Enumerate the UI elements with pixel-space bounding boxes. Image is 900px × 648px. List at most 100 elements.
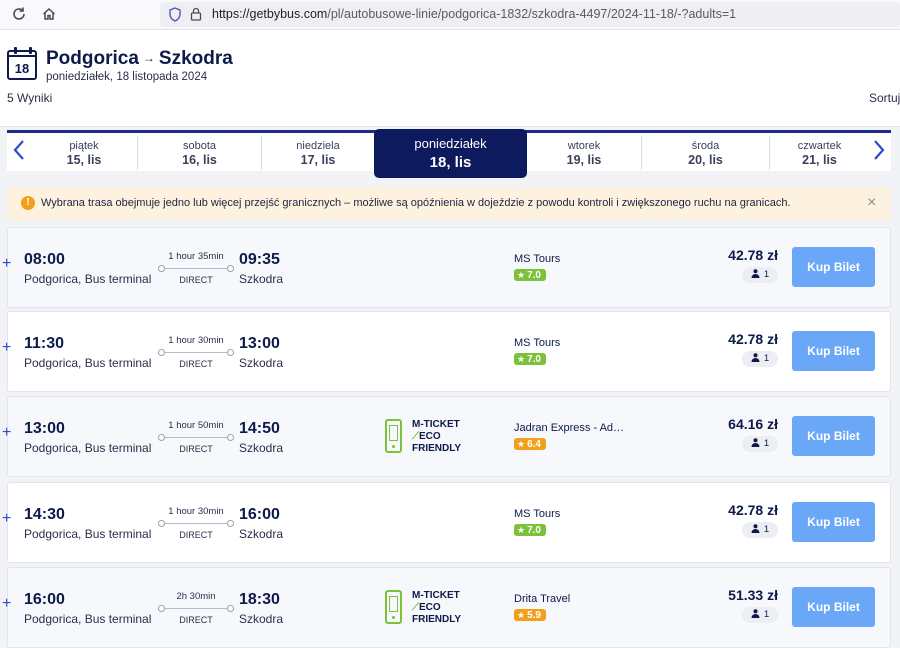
- ticket-price: 51.33 zł: [728, 587, 778, 603]
- arrival-time: 18:30: [239, 591, 280, 608]
- rating-badge: ★ 7.0: [514, 524, 546, 536]
- eco-label-row: ⟋ECO: [412, 602, 441, 613]
- date-tab[interactable]: sobota 16, lis: [137, 136, 261, 170]
- url-path: /pl/autobusowe-linie/podgorica-1832/szko…: [327, 7, 737, 21]
- passenger-number: 1: [763, 353, 770, 364]
- friendly-label: FRIENDLY: [412, 614, 462, 625]
- date-tab[interactable]: niedziela 17, lis: [261, 136, 374, 170]
- warning-text: Wybrana trasa obejmuje jedno lub więcej …: [41, 197, 791, 209]
- home-icon[interactable]: [40, 6, 58, 24]
- date-tab-date: 15, lis: [66, 153, 102, 167]
- expand-trip-button[interactable]: +: [2, 511, 11, 527]
- expand-trip-button[interactable]: +: [2, 340, 11, 356]
- rating-badge: ★ 5.9: [514, 609, 546, 621]
- prev-date-button[interactable]: [9, 139, 29, 169]
- star-icon: ★: [517, 354, 526, 364]
- eco-label: ECO: [419, 431, 441, 442]
- mobile-ticket-icon: [385, 590, 402, 624]
- expand-trip-button[interactable]: +: [2, 425, 11, 441]
- date-tab-day: wtorek: [567, 140, 601, 152]
- passenger-number: 1: [763, 269, 770, 280]
- departure-station: Podgorica, Bus terminal: [24, 612, 152, 626]
- direct-label: DIRECT: [179, 444, 213, 454]
- operator-name[interactable]: MS Tours: [514, 337, 560, 349]
- operator-name[interactable]: Drita Travel: [514, 593, 570, 605]
- ticket-price: 64.16 zł: [728, 416, 778, 432]
- date-tab-day: niedziela: [296, 140, 340, 152]
- date-tab[interactable]: środa 20, lis: [641, 136, 769, 170]
- operator-name[interactable]: MS Tours: [514, 508, 560, 520]
- arrival-station: Szkodra: [239, 527, 284, 541]
- buy-ticket-button[interactable]: Kup Bilet: [792, 247, 875, 287]
- lock-icon[interactable]: [190, 7, 202, 26]
- trip-card: +08:00 Podgorica, Bus terminal 1 hour 35mi…: [2, 227, 891, 308]
- date-tab[interactable]: wtorek 19, lis: [527, 136, 641, 170]
- person-icon: [751, 353, 764, 364]
- arrival-time: 14:50: [239, 420, 280, 437]
- person-icon: [751, 438, 764, 449]
- operator-name[interactable]: MS Tours: [514, 253, 560, 265]
- date-tab-date: 21, lis: [802, 153, 837, 167]
- eco-label-row: ⟋ECO: [412, 431, 441, 442]
- date-tab[interactable]: czwartek 21, lis: [769, 136, 869, 170]
- date-tab[interactable]: poniedziałek 18, lis: [374, 129, 527, 178]
- direct-label: DIRECT: [179, 359, 213, 369]
- person-icon: [751, 524, 764, 535]
- arrival-station: Szkodra: [239, 356, 284, 370]
- arrival-time: 16:00: [239, 506, 280, 523]
- url-host: https://getbybus.com: [212, 7, 328, 21]
- star-icon: ★: [517, 525, 526, 535]
- person-icon: [751, 609, 764, 620]
- buy-ticket-button[interactable]: Kup Bilet: [792, 416, 875, 456]
- expand-trip-button[interactable]: +: [2, 596, 11, 612]
- expand-trip-button[interactable]: +: [2, 256, 11, 272]
- rating-badge: ★ 7.0: [514, 353, 546, 365]
- sort-button[interactable]: Sortuj: [869, 91, 900, 105]
- mobile-ticket-icon: [385, 419, 402, 453]
- departure-station: Podgorica, Bus terminal: [24, 441, 152, 455]
- date-tab-date: 17, lis: [300, 153, 336, 167]
- route-to: Szkodra: [158, 48, 233, 69]
- route-from: Podgorica: [46, 48, 139, 69]
- departure-time: 13:00: [24, 420, 65, 437]
- rating-value: 6.4: [527, 439, 541, 450]
- eco-label: ECO: [419, 602, 441, 613]
- operator-name[interactable]: Jadran Express - Ad…: [514, 422, 624, 434]
- direct-label: DIRECT: [179, 530, 213, 540]
- route-line: [158, 520, 234, 527]
- border-crossing-warning: ! Wybrana trasa obejmuje jedno lub więce…: [7, 187, 891, 220]
- mticket-eco-badge: M-TICKET ⟋ECO FRIENDLY: [385, 419, 495, 455]
- rating-value: 7.0: [527, 525, 541, 536]
- reload-icon[interactable]: [10, 6, 28, 24]
- trip-card: +11:30 Podgorica, Bus terminal 1 hour 30mi…: [2, 311, 891, 392]
- passenger-count: 1: [742, 607, 778, 623]
- direct-label: DIRECT: [179, 275, 213, 285]
- buy-ticket-button[interactable]: Kup Bilet: [792, 502, 875, 542]
- date-tab-date: 16, lis: [182, 153, 217, 167]
- passenger-count: 1: [742, 522, 778, 538]
- departure-time: 08:00: [24, 251, 65, 268]
- star-icon: ★: [517, 439, 526, 449]
- shield-icon[interactable]: [168, 7, 182, 27]
- next-date-button[interactable]: [869, 139, 889, 169]
- trip-duration: 1 hour 30min: [168, 506, 224, 517]
- trip-duration: 1 hour 35min: [168, 251, 224, 262]
- rating-badge: ★ 6.4: [514, 438, 546, 450]
- route-date: poniedziałek, 18 listopada 2024: [46, 71, 208, 83]
- buy-ticket-button[interactable]: Kup Bilet: [792, 331, 875, 371]
- ticket-price: 42.78 zł: [728, 502, 778, 518]
- trip-duration: 1 hour 30min: [168, 335, 224, 346]
- passenger-number: 1: [763, 438, 770, 449]
- rating-badge: ★ 7.0: [514, 269, 546, 281]
- buy-ticket-button[interactable]: Kup Bilet: [792, 587, 875, 627]
- route-header: 18 Podgorica → Szkodra poniedziałek, 18 li…: [0, 30, 900, 127]
- departure-time: 11:30: [24, 335, 65, 352]
- route-line: [158, 349, 234, 356]
- star-icon: ★: [517, 610, 526, 620]
- date-tab[interactable]: piątek 15, lis: [31, 136, 137, 170]
- departure-time: 16:00: [24, 591, 65, 608]
- rating-value: 7.0: [527, 354, 541, 365]
- address-bar[interactable]: https://getbybus.com/pl/autobusowe-linie…: [160, 2, 900, 27]
- friendly-label: FRIENDLY: [412, 443, 462, 454]
- close-icon[interactable]: ×: [867, 195, 876, 211]
